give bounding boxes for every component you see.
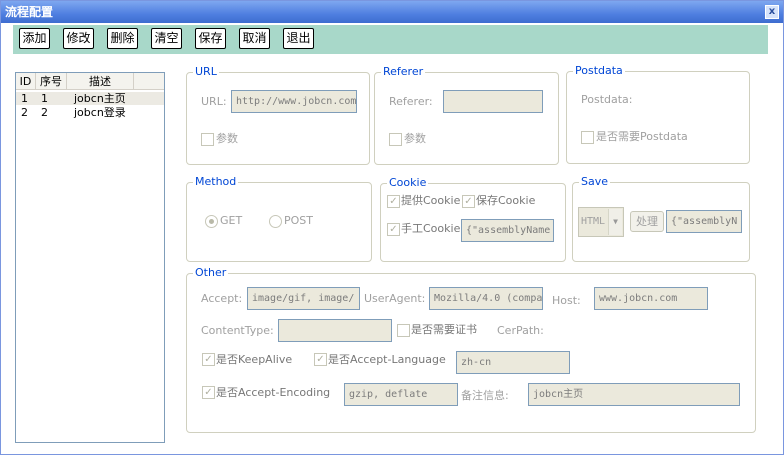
save-group: Save HTML ▼ 处理 {"assemblyN [572, 176, 750, 262]
manual-cookie-input[interactable]: {"assemblyName [461, 219, 554, 242]
process-input[interactable]: {"assemblyN [666, 210, 742, 233]
list-header: ID 序号 描述 [16, 73, 164, 90]
close-icon[interactable]: x [765, 5, 779, 19]
contenttype-input[interactable] [278, 319, 392, 342]
accept-label: Accept: [201, 292, 243, 305]
clear-button[interactable]: 清空 [151, 28, 182, 49]
url-group: URL URL: http://www.jobcn.com 参数 [186, 66, 370, 165]
need-postdata-label: 是否需要Postdata [596, 130, 688, 143]
save-cookie-checkbox[interactable]: ✓ [462, 195, 475, 208]
method-group: Method GET POST [186, 176, 372, 262]
exit-button[interactable]: 退出 [283, 28, 314, 49]
window-title: 流程配置 [5, 5, 54, 19]
accept-encoding-checkbox[interactable]: ✓ [202, 386, 215, 399]
list-item[interactable]: 2 2 jobcn登录 [16, 106, 164, 119]
toolbar: 添加 修改 删除 清空 保存 取消 退出 [13, 25, 768, 54]
url-input[interactable]: http://www.jobcn.com [231, 90, 357, 113]
provide-cookie-label: 提供Cookie [401, 194, 461, 207]
chevron-down-icon: ▼ [608, 209, 622, 235]
useragent-input[interactable]: Mozilla/4.0 (compa [429, 287, 543, 310]
save-cookie-label: 保存Cookie [476, 194, 536, 207]
host-label: Host: [552, 294, 581, 307]
save-button[interactable]: 保存 [195, 28, 226, 49]
radio-selected-dot [209, 219, 214, 224]
column-header-seq[interactable]: 序号 [36, 73, 67, 90]
accept-input[interactable]: image/gif, image/ [247, 287, 360, 310]
referer-input[interactable] [443, 90, 543, 113]
remark-input[interactable]: jobcn主页 [528, 383, 740, 406]
cookie-group: Cookie ✓ 提供Cookie ✓ 保存Cookie ✓ 手工Cookie … [380, 177, 566, 262]
other-group-title: Other [193, 266, 229, 279]
accept-language-input[interactable]: zh-cn [456, 351, 570, 374]
list-item-seq: 1 [41, 92, 48, 105]
referer-label: Referer: [389, 95, 433, 108]
url-param-label: 参数 [216, 132, 238, 145]
save-format-value: HTML [581, 216, 606, 227]
cookie-group-title: Cookie [387, 176, 429, 189]
cerpath-label: CerPath: [497, 324, 544, 337]
list-item[interactable]: 1 1 jobcn主页 [16, 92, 164, 105]
flow-list[interactable]: ID 序号 描述 1 1 jobcn主页 2 2 jobcn登录 [15, 72, 165, 443]
save-group-title: Save [579, 175, 611, 188]
edit-button[interactable]: 修改 [63, 28, 94, 49]
list-item-desc: jobcn主页 [74, 92, 126, 105]
list-item-seq: 2 [41, 106, 48, 119]
delete-button[interactable]: 删除 [107, 28, 138, 49]
referer-group-title: Referer [381, 65, 426, 78]
referer-group: Referer Referer: 参数 [374, 66, 559, 165]
provide-cookie-checkbox[interactable]: ✓ [387, 195, 400, 208]
url-label: URL: [201, 95, 227, 108]
list-item-desc: jobcn登录 [74, 106, 126, 119]
remark-label: 备注信息: [461, 389, 509, 402]
flow-config-window: 流程配置 x 添加 修改 删除 清空 保存 取消 退出 ID 序号 描述 1 1… [0, 0, 784, 455]
accept-encoding-label: 是否Accept-Encoding [216, 386, 331, 399]
need-cert-checkbox[interactable] [397, 324, 410, 337]
method-group-title: Method [193, 175, 239, 188]
postdata-group: Postdata Postdata: 是否需要Postdata [566, 65, 750, 164]
process-button[interactable]: 处理 [630, 211, 664, 232]
post-radio[interactable] [269, 215, 282, 228]
column-header-id[interactable]: ID [16, 73, 36, 90]
list-item-id: 2 [21, 106, 28, 119]
post-label: POST [284, 214, 313, 227]
title-bar: 流程配置 x [1, 1, 783, 23]
get-radio[interactable] [205, 215, 218, 228]
need-cert-label: 是否需要证书 [411, 323, 477, 336]
column-header-desc[interactable]: 描述 [67, 73, 134, 90]
add-button[interactable]: 添加 [19, 28, 50, 49]
get-label: GET [220, 214, 243, 227]
url-param-checkbox[interactable] [201, 133, 214, 146]
cancel-button[interactable]: 取消 [239, 28, 270, 49]
url-group-title: URL [193, 65, 219, 78]
other-group: Other Accept: image/gif, image/ UserAgen… [186, 267, 756, 433]
contenttype-label: ContentType: [201, 324, 274, 337]
manual-cookie-checkbox[interactable]: ✓ [387, 223, 400, 236]
keepalive-checkbox[interactable]: ✓ [202, 353, 215, 366]
referer-param-checkbox[interactable] [389, 133, 402, 146]
accept-language-label: 是否Accept-Language [328, 353, 446, 366]
host-input[interactable]: www.jobcn.com [594, 287, 708, 310]
need-postdata-checkbox[interactable] [581, 131, 594, 144]
useragent-label: UserAgent: [364, 292, 426, 305]
accept-encoding-input[interactable]: gzip, deflate [344, 383, 458, 406]
list-item-id: 1 [21, 92, 28, 105]
keepalive-label: 是否KeepAlive [216, 353, 293, 366]
accept-language-checkbox[interactable]: ✓ [314, 353, 327, 366]
postdata-group-title: Postdata [573, 64, 625, 77]
referer-param-label: 参数 [404, 132, 426, 145]
save-format-select[interactable]: HTML ▼ [578, 207, 624, 237]
manual-cookie-label: 手工Cookie [401, 222, 461, 235]
postdata-label: Postdata: [581, 93, 633, 106]
